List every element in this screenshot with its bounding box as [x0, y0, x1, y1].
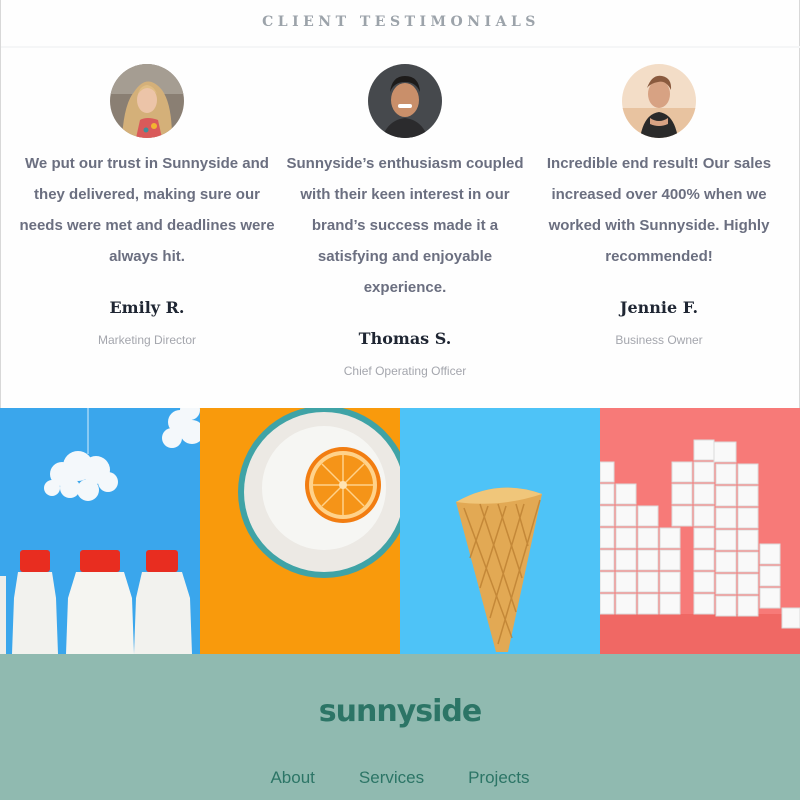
- site-footer: sunnyside About Services Projects: [0, 654, 800, 800]
- testimonial-card-thomas: Sunnyside’s enthusiasm coupled with thei…: [275, 64, 535, 378]
- footer-link-about[interactable]: About: [270, 768, 314, 788]
- testimonial-name: Emily R.: [109, 298, 185, 317]
- testimonial-quote: We put our trust in Sunnyside and they d…: [19, 155, 275, 265]
- avatar: [368, 64, 442, 138]
- testimonial-role: Marketing Director: [97, 333, 197, 347]
- testimonial-name: Jennie F.: [619, 298, 699, 317]
- section-title: CLIENT TESTIMONIALS: [262, 14, 540, 30]
- image-gallery: [0, 408, 800, 654]
- orange-plate-image: [200, 408, 400, 654]
- ice-cream-cone-image: [400, 408, 600, 654]
- testimonial-role: Chief Operating Officer: [343, 364, 467, 378]
- testimonial-quote: Incredible end result! Our sales increas…: [546, 155, 772, 265]
- footer-nav: About Services Projects: [0, 768, 800, 788]
- sugar-cubes-image: [600, 408, 800, 654]
- testimonial-card-emily: We put our trust in Sunnyside and they d…: [17, 64, 277, 347]
- brand-logo[interactable]: sunnyside: [0, 694, 800, 729]
- milk-bottles-image: [0, 408, 200, 654]
- testimonial-card-jennie: Incredible end result! Our sales increas…: [529, 64, 789, 347]
- testimonial-quote: Sunnyside’s enthusiasm coupled with thei…: [286, 155, 524, 296]
- footer-link-services[interactable]: Services: [359, 768, 424, 788]
- avatar: [110, 64, 184, 138]
- testimonial-role: Business Owner: [615, 333, 703, 347]
- avatar: [622, 64, 696, 138]
- testimonial-name: Thomas S.: [358, 329, 452, 348]
- testimonials-section: CLIENT TESTIMONIALS We put our trust in …: [0, 0, 800, 408]
- footer-link-projects[interactable]: Projects: [468, 768, 529, 788]
- header-divider: [1, 46, 800, 48]
